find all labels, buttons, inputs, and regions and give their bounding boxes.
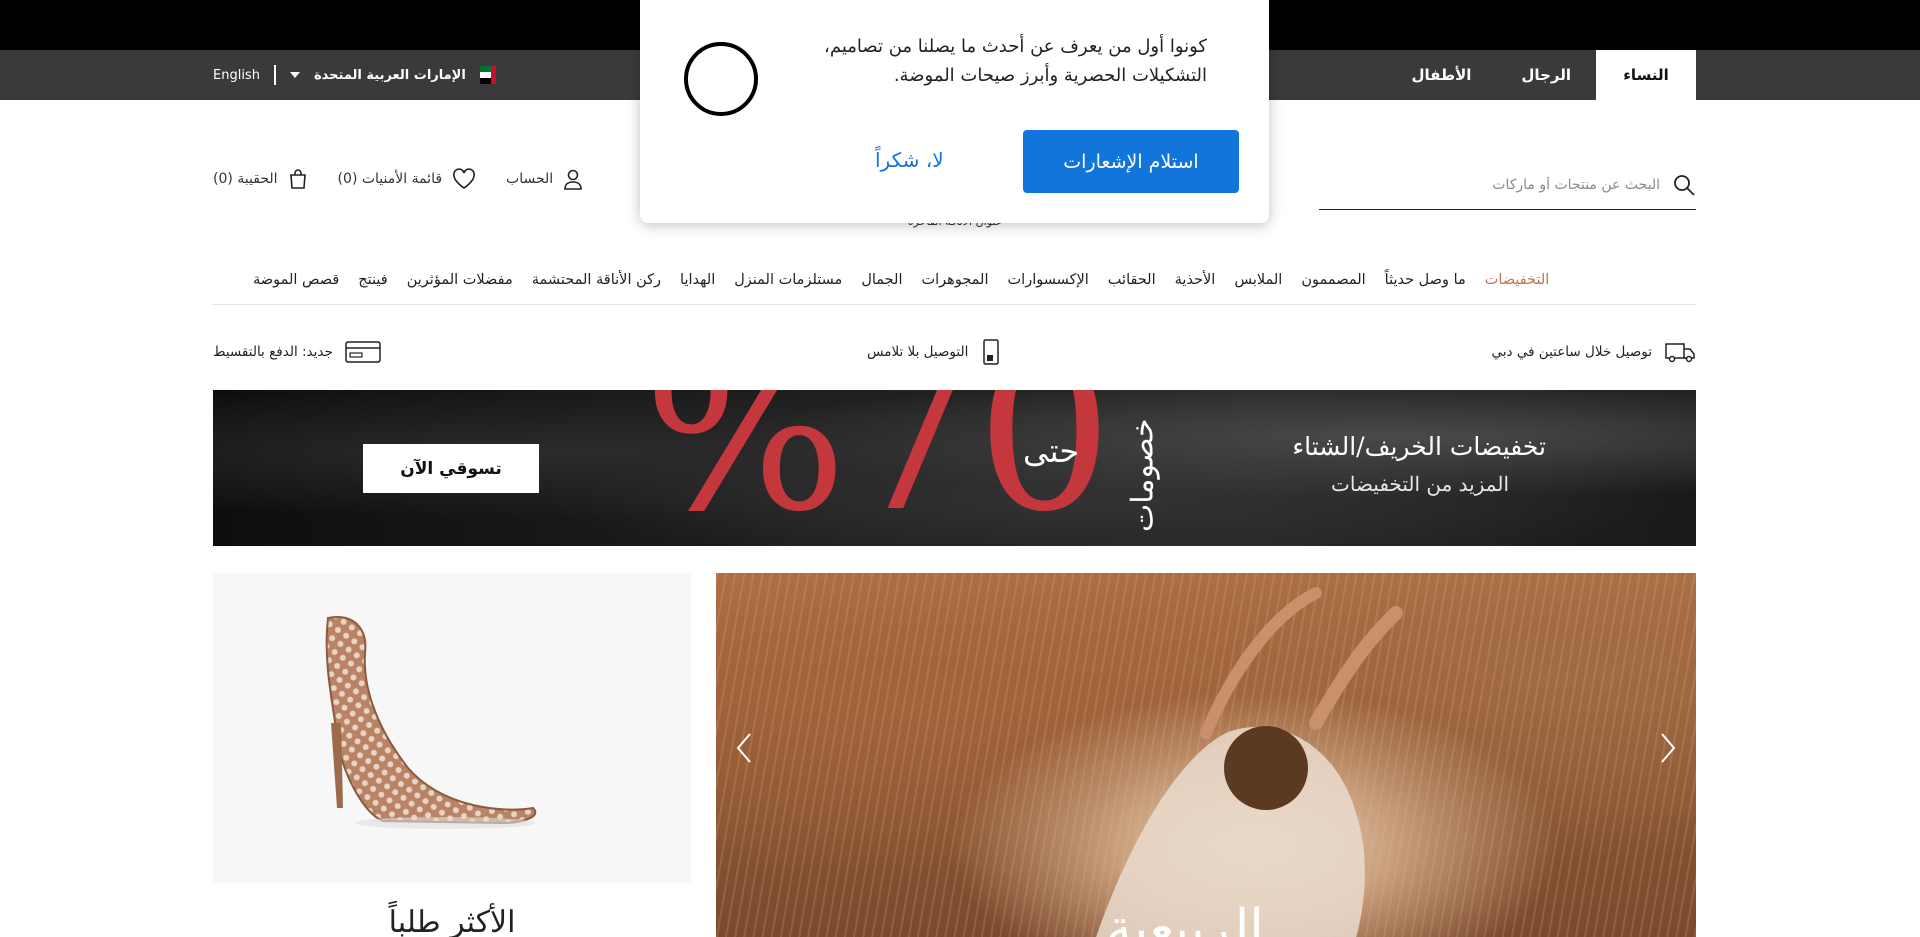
- heart-icon: [453, 168, 475, 189]
- bag-button[interactable]: الحقيبة (0): [213, 168, 308, 190]
- nav-item-gifts[interactable]: الهدايا: [680, 272, 715, 288]
- nav-item-jewellery[interactable]: المجوهرات: [922, 272, 989, 288]
- nav-item-bags[interactable]: الحقائب: [1108, 272, 1156, 288]
- banner-subheadline: المزيد من التخفيضات: [1331, 472, 1509, 496]
- locale-selector: English الإمارات العربية المتحدة: [213, 50, 496, 100]
- shopping-bag-icon: [289, 169, 306, 189]
- feature-installments: جديد: الدفع بالتقسيط: [213, 335, 381, 369]
- search-bar: [1319, 160, 1696, 210]
- features-strip: توصيل خلال ساعتين في دبي التوصيل بلا تلا…: [213, 335, 1696, 369]
- nav-item-stories[interactable]: قصص الموضة: [253, 272, 339, 288]
- sale-banner[interactable]: %70 حتى خصومات تخفيضات الخريف/الشتاء الم…: [213, 390, 1696, 546]
- nav-item-accessories[interactable]: الإكسسوارات: [1008, 272, 1089, 288]
- nav-item-new-in[interactable]: ما وصل حديثاً: [1385, 272, 1466, 288]
- feature-delivery: توصيل خلال ساعتين في دبي: [1492, 335, 1697, 369]
- delivery-truck-icon: [1665, 343, 1695, 363]
- main-navigation: التخفيضات ما وصل حديثاً المصممون الملابس…: [213, 255, 1696, 305]
- chevron-down-icon[interactable]: [289, 72, 300, 78]
- divider: [273, 65, 276, 85]
- notification-permission-popup: كونوا أول من يعرف عن أحدث ما يصلنا من تص…: [640, 0, 1269, 223]
- feature-contactless-text: التوصيل بلا تلامس: [867, 344, 969, 360]
- search-icon[interactable]: [1672, 173, 1696, 197]
- contactless-phone-icon: [983, 339, 1000, 365]
- hero-title: الربيعية: [1106, 899, 1264, 937]
- gender-tabs: النساء الرجال الأطفال: [1387, 50, 1696, 100]
- nav-item-vintage[interactable]: فينتج: [358, 272, 387, 288]
- up-to-text: حتى: [1023, 432, 1080, 470]
- high-heel-shoe-image: [325, 616, 537, 829]
- feature-delivery-text: توصيل خلال ساعتين في دبي: [1491, 344, 1653, 360]
- popup-message: كونوا أول من يعرف عن أحدث ما يصلنا من تص…: [824, 36, 1207, 86]
- nav-item-influencers[interactable]: مفضلات المؤثرين: [407, 272, 513, 288]
- discounts-vertical-text: خصومات: [1125, 418, 1161, 532]
- promo-tile-most-wanted[interactable]: [213, 573, 691, 883]
- nav-item-beauty[interactable]: الجمال: [861, 272, 902, 288]
- nav-item-home[interactable]: مستلزمات المنزل: [734, 272, 842, 288]
- shop-now-button[interactable]: تسوقي الآن: [363, 444, 539, 493]
- country-selector[interactable]: الإمارات العربية المتحدة: [314, 68, 466, 83]
- carousel-next-icon[interactable]: [1656, 728, 1680, 768]
- search-input[interactable]: [1360, 176, 1660, 193]
- feature-installments-text: جديد: الدفع بالتقسيط: [213, 344, 333, 360]
- account-label: الحساب: [506, 171, 554, 187]
- tab-women[interactable]: النساء: [1596, 50, 1696, 100]
- nav-item-clothing[interactable]: الملابس: [1234, 272, 1282, 288]
- language-link[interactable]: English: [213, 68, 260, 83]
- nav-item-sale[interactable]: التخفيضات: [1485, 272, 1550, 288]
- wishlist-label: قائمة الأمنيات (0): [337, 171, 443, 187]
- feature-contactless: التوصيل بلا تلامس: [867, 335, 1002, 369]
- nav-item-designers[interactable]: المصممون: [1301, 272, 1365, 288]
- hero-carousel[interactable]: الربيعية: [716, 573, 1696, 937]
- carousel-prev-icon[interactable]: [732, 728, 756, 768]
- brand-logo-icon: [684, 42, 758, 116]
- header-actions: الحقيبة (0) قائمة الأمنيات (0) الحساب: [213, 160, 583, 198]
- credit-card-icon: [345, 341, 381, 363]
- wishlist-button[interactable]: قائمة الأمنيات (0): [338, 168, 476, 190]
- promo-tile-title[interactable]: الأكثر طلباً: [213, 905, 691, 937]
- nav-item-shoes[interactable]: الأحذية: [1175, 272, 1216, 288]
- account-button[interactable]: الحساب: [506, 168, 583, 190]
- banner-headline: تخفيضات الخريف/الشتاء: [1292, 432, 1546, 461]
- tab-men[interactable]: الرجال: [1496, 50, 1596, 100]
- uae-flag-icon: [479, 66, 496, 84]
- tab-kids[interactable]: الأطفال: [1387, 50, 1497, 100]
- allow-notifications-button[interactable]: استلام الإشعارات: [1023, 130, 1239, 193]
- decline-notifications-button[interactable]: لا، شكراً: [875, 148, 944, 172]
- hero-photo: [1096, 587, 1403, 937]
- nav-item-modest[interactable]: ركن الأناقة المحتشمة: [532, 272, 661, 288]
- bag-label: الحقيبة (0): [213, 171, 278, 187]
- user-icon: [564, 169, 582, 190]
